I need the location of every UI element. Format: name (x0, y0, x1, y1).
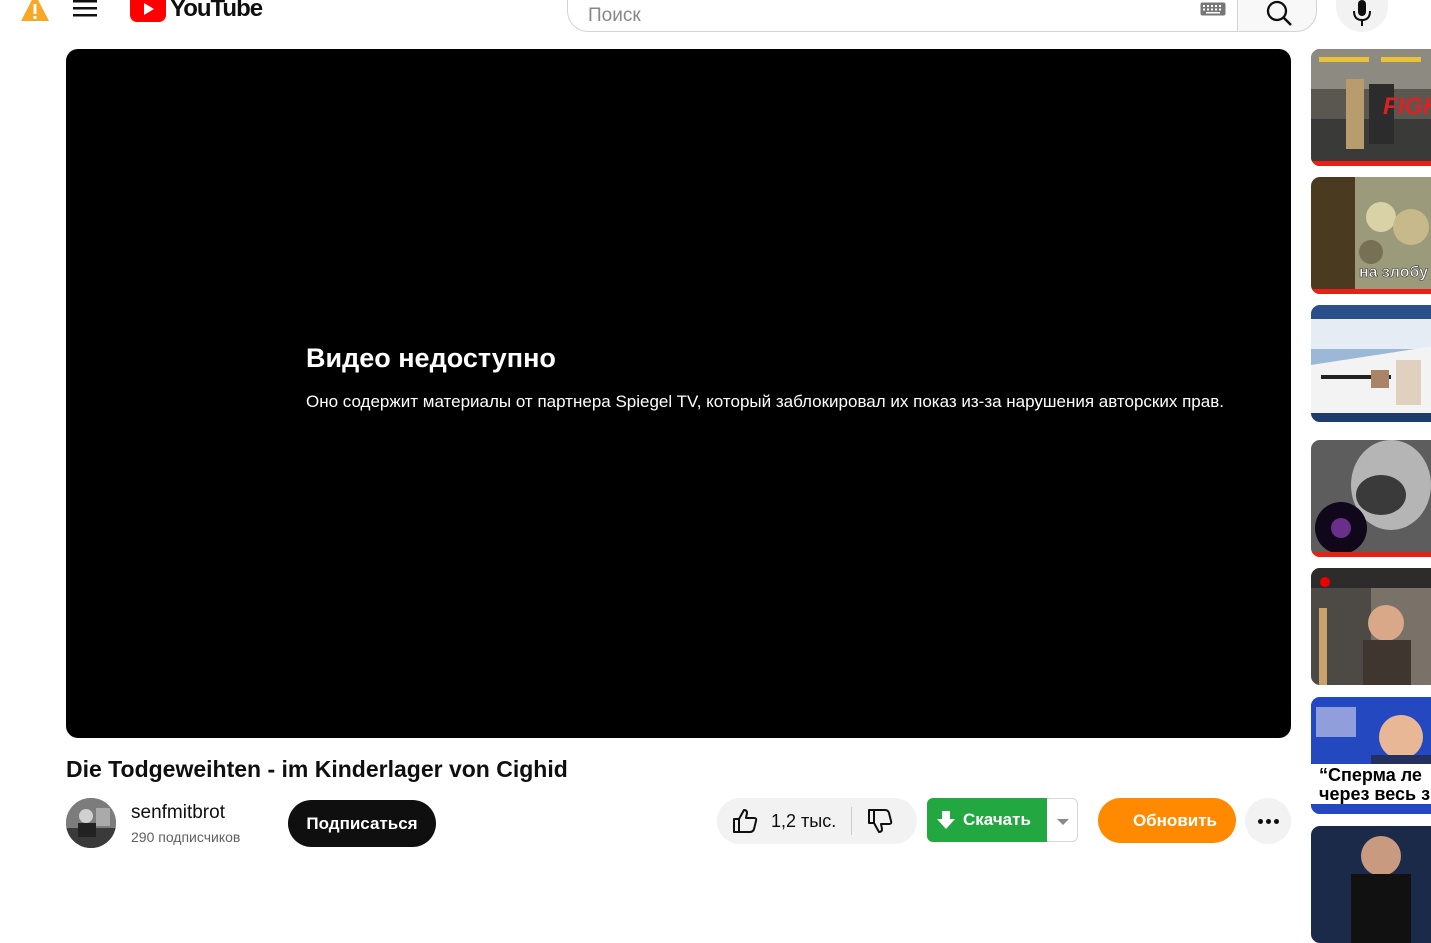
like-dislike-group: 1,2 тыс. (717, 798, 917, 844)
thumbnail-text: на злобу (1359, 264, 1428, 281)
search-button[interactable] (1237, 0, 1317, 32)
voice-search-button[interactable] (1336, 0, 1388, 32)
subscribe-button[interactable]: Подписаться (288, 800, 436, 847)
logo-text: YouTube (170, 0, 263, 22)
more-dot (1274, 819, 1279, 824)
political-thumbnail[interactable]: “Сперма ле через весь з (1311, 697, 1431, 814)
update-label: Обновить (1132, 810, 1217, 830)
thumbs-down-icon (868, 809, 893, 833)
warning-icon[interactable] (20, 0, 50, 22)
subscriber-count: 290 подписчиков (131, 829, 241, 845)
news-anchor-thumbnail[interactable] (1311, 568, 1431, 685)
menu-icon[interactable] (73, 0, 97, 18)
thumbnail-text: FIGH (1383, 93, 1431, 120)
person-thumbnail[interactable] (1311, 826, 1431, 943)
fighting-game-thumbnail[interactable]: FIGH (1311, 49, 1431, 166)
thumbnail-caption-line-1: “Сперма ле (1319, 765, 1422, 785)
watch-progress-bar (1311, 552, 1431, 557)
mic-icon (1353, 0, 1371, 26)
youtube-logo[interactable]: YouTube (130, 0, 263, 22)
more-dot (1258, 819, 1263, 824)
keyboard-icon[interactable] (1200, 2, 1226, 16)
like-button[interactable]: 1,2 тыс. (717, 798, 851, 844)
like-count: 1,2 тыс. (771, 810, 837, 831)
download-arrow-icon (937, 811, 955, 829)
dislike-button[interactable] (852, 798, 917, 844)
watch-progress-bar (1311, 289, 1431, 294)
thumbs-up-icon (733, 809, 758, 833)
youtube-logo-icon (130, 0, 166, 22)
search-box (567, 0, 1237, 32)
search-input[interactable] (568, 0, 1190, 32)
3d-game-thumbnail[interactable] (1311, 305, 1431, 422)
channel-avatar[interactable] (66, 798, 116, 848)
cartoon-thumbnail[interactable]: на злобу (1311, 177, 1431, 294)
video-title: Die Todgeweihten - im Kinderlager von Ci… (66, 756, 568, 782)
download-options-dropdown[interactable] (1047, 798, 1078, 842)
search-icon (1266, 0, 1292, 26)
error-message: Оно содержит материалы от партнера Spieg… (306, 392, 1224, 411)
watch-progress-bar (1311, 161, 1431, 166)
download-button[interactable]: Скачать (927, 798, 1047, 842)
grayscale-art-thumbnail[interactable] (1311, 440, 1431, 557)
download-label: Скачать (963, 810, 1031, 829)
error-title: Видео недоступно (306, 343, 556, 373)
channel-name[interactable]: senfmitbrot (131, 802, 225, 824)
update-button[interactable]: Обновить (1098, 798, 1236, 843)
more-actions-button[interactable] (1245, 798, 1291, 844)
thumbnail-caption-line-2: через весь з (1319, 784, 1431, 804)
more-dot (1266, 819, 1271, 824)
